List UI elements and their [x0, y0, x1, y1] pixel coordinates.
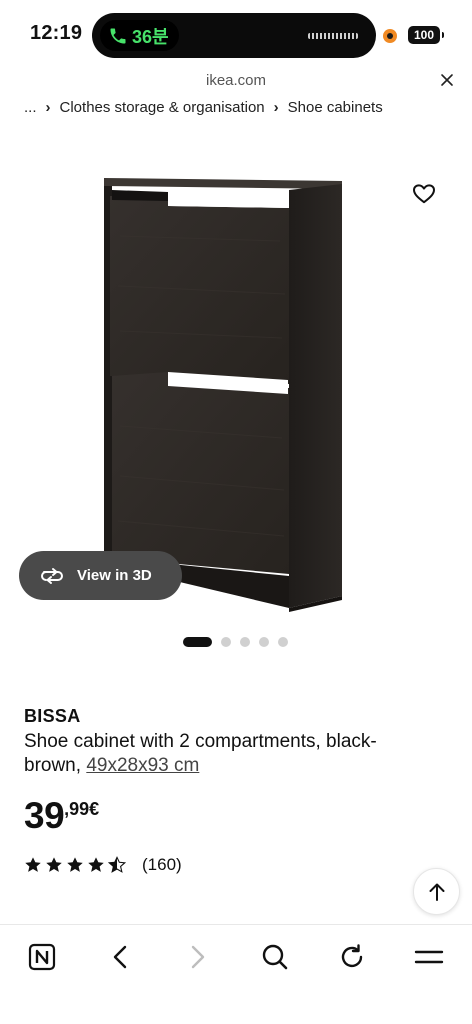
search-button[interactable] [257, 939, 293, 975]
carousel-dot[interactable] [240, 637, 250, 647]
shoe-cabinet-image [104, 178, 342, 612]
heart-icon [413, 184, 435, 204]
recording-indicator-icon [383, 29, 397, 43]
breadcrumb-item-shoe-cabinets[interactable]: Shoe cabinets [288, 99, 383, 116]
carousel-dot[interactable] [259, 637, 269, 647]
back-button[interactable] [102, 939, 138, 975]
product-description-text: Shoe cabinet with 2 compartments, black-… [24, 731, 377, 776]
star-full-icon [46, 857, 62, 872]
reload-icon [341, 944, 363, 968]
review-count[interactable]: (160) [142, 855, 182, 875]
product-rating[interactable]: (160) [24, 855, 182, 875]
product-description: Shoe cabinet with 2 compartments, black-… [24, 730, 424, 778]
star-half-icon [108, 856, 126, 873]
arrow-up-icon [429, 883, 444, 901]
audio-waveform-icon [308, 33, 358, 39]
breadcrumb-ellipsis[interactable]: ... [24, 99, 37, 116]
naver-home-button[interactable] [24, 939, 60, 975]
carousel-indicator[interactable] [183, 637, 288, 647]
n-logo-icon [28, 943, 56, 971]
dynamic-island[interactable]: 36분 [92, 13, 376, 58]
carousel-dot[interactable] [278, 637, 288, 647]
clock: 12:19 [30, 22, 83, 44]
product-dimensions-link[interactable]: 49x28x93 cm [86, 755, 199, 776]
price-decimal: ,99€ [64, 799, 100, 819]
menu-button[interactable] [411, 939, 447, 975]
carousel-dot-active[interactable] [183, 637, 212, 647]
chevron-right-icon: › [273, 98, 279, 116]
breadcrumb: ... › Clothes storage & organisation › S… [24, 96, 383, 118]
carousel-dot[interactable] [221, 637, 231, 647]
close-icon[interactable] [439, 72, 455, 88]
product-name: BISSA [24, 706, 81, 726]
product-image-gallery[interactable] [0, 126, 472, 620]
search-icon [262, 944, 288, 970]
call-indicator[interactable]: 36분 [100, 20, 179, 51]
battery-indicator: 100 [408, 26, 444, 44]
view-in-3d-button[interactable]: View in 3D [19, 551, 182, 600]
back-icon [113, 945, 127, 969]
scroll-to-top-button[interactable] [413, 868, 460, 915]
menu-icon [414, 950, 444, 964]
star-full-icon [25, 857, 41, 872]
phone-icon [110, 28, 126, 43]
view-in-3d-label: View in 3D [77, 567, 152, 584]
forward-button[interactable] [180, 939, 216, 975]
breadcrumb-item-clothes-storage[interactable]: Clothes storage & organisation [60, 99, 265, 116]
rotate-3d-icon [41, 567, 63, 584]
favorite-button[interactable] [402, 172, 446, 216]
product-price: 39 ,99€ [24, 795, 99, 837]
rating-stars [24, 856, 126, 874]
url-text[interactable]: ikea.com [0, 72, 472, 89]
status-bar: 12:19 36분 100 [0, 0, 472, 66]
chevron-right-icon: › [45, 98, 51, 116]
call-duration: 36분 [132, 26, 169, 47]
browser-toolbar [0, 924, 472, 1024]
url-bar[interactable]: ikea.com [0, 66, 472, 94]
star-full-icon [67, 857, 83, 872]
price-integer: 39 [24, 795, 65, 836]
star-full-icon [88, 857, 104, 872]
forward-icon [191, 945, 205, 969]
reload-button[interactable] [334, 939, 370, 975]
